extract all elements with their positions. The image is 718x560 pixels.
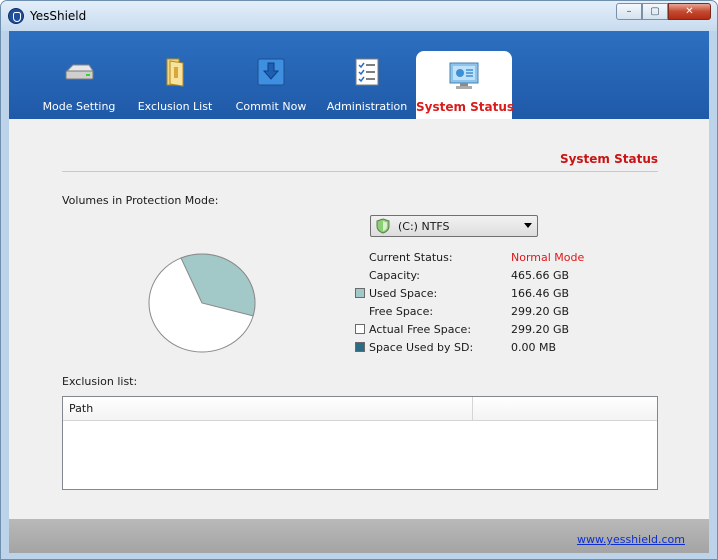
drive-icon — [65, 64, 94, 80]
legend-swatch-sd — [355, 342, 365, 352]
tab-commit-now[interactable]: Commit Now — [223, 31, 319, 119]
tab-system-status[interactable]: System Status — [416, 51, 515, 119]
close-button[interactable]: ✕ — [668, 3, 711, 20]
status-value: 299.20 GB — [511, 323, 570, 336]
status-row-sd: Space Used by SD: 0.00 MB — [355, 340, 675, 356]
status-row-capacity: Capacity: 465.66 GB — [355, 268, 675, 284]
maximize-button[interactable]: ▢ — [642, 3, 668, 20]
monitor-status-icon — [449, 62, 479, 89]
status-label: Space Used by SD: — [369, 341, 474, 354]
status-row-current: Current Status: Normal Mode — [355, 250, 675, 266]
checklist-icon — [355, 58, 379, 86]
legend-swatch-actual-free — [355, 324, 365, 334]
footer-bar: www.yesshield.com — [9, 519, 709, 553]
tab-label: Commit Now — [235, 100, 307, 113]
legend-swatch-used — [355, 288, 365, 298]
divider — [62, 171, 658, 172]
status-value: 0.00 MB — [511, 341, 557, 354]
volumes-label: Volumes in Protection Mode: — [62, 194, 219, 207]
app-window: YesShield – ▢ ✕ Mode Setting Exclusion L… — [0, 0, 718, 560]
column-header-empty[interactable] — [473, 397, 657, 420]
tab-mode-setting[interactable]: Mode Setting — [31, 31, 127, 119]
main-tab-bar: Mode Setting Exclusion List Commit Now A… — [9, 31, 709, 119]
volume-select-value: (C:) NTFS — [398, 220, 450, 233]
tab-label: Mode Setting — [42, 100, 116, 113]
status-value: 465.66 GB — [511, 269, 570, 282]
status-label: Current Status: — [369, 251, 453, 264]
status-label: Capacity: — [369, 269, 420, 282]
status-row-actual-free: Actual Free Space: 299.20 GB — [355, 322, 675, 338]
exclusion-table[interactable]: Path — [62, 396, 658, 490]
status-value: 166.46 GB — [511, 287, 570, 300]
title-bar[interactable]: YesShield – ▢ ✕ — [1, 1, 717, 31]
website-link[interactable]: www.yesshield.com — [577, 533, 685, 546]
tab-administration[interactable]: Administration — [319, 31, 415, 119]
window-title: YesShield — [30, 9, 87, 23]
shield-drive-icon — [376, 218, 390, 234]
tab-label: Administration — [326, 100, 408, 113]
status-row-free: Free Space: 299.20 GB — [355, 304, 675, 320]
disk-usage-pie-chart — [148, 253, 256, 353]
status-label: Actual Free Space: — [369, 323, 472, 336]
minimize-button[interactable]: – — [616, 3, 642, 20]
status-label: Free Space: — [369, 305, 434, 318]
status-value: 299.20 GB — [511, 305, 570, 318]
volume-select[interactable]: (C:) NTFS — [370, 215, 538, 237]
status-label: Used Space: — [369, 287, 438, 300]
status-row-used: Used Space: 166.46 GB — [355, 286, 675, 302]
tab-exclusion-list[interactable]: Exclusion List — [127, 31, 223, 119]
yesshield-logo-icon — [8, 8, 24, 24]
folder-icon — [166, 58, 184, 87]
column-header-path[interactable]: Path — [63, 397, 473, 420]
chevron-down-icon — [524, 223, 532, 228]
tab-label: Exclusion List — [137, 100, 213, 113]
status-value: Normal Mode — [511, 251, 585, 264]
exclusion-list-label: Exclusion list: — [62, 375, 138, 388]
window-controls: – ▢ ✕ — [616, 3, 711, 20]
commit-arrow-icon — [257, 58, 285, 86]
section-title: System Status — [559, 152, 658, 166]
table-header: Path — [63, 397, 657, 421]
tab-label: System Status — [416, 100, 515, 114]
system-status-panel: System Status Volumes in Protection Mode… — [9, 119, 709, 519]
